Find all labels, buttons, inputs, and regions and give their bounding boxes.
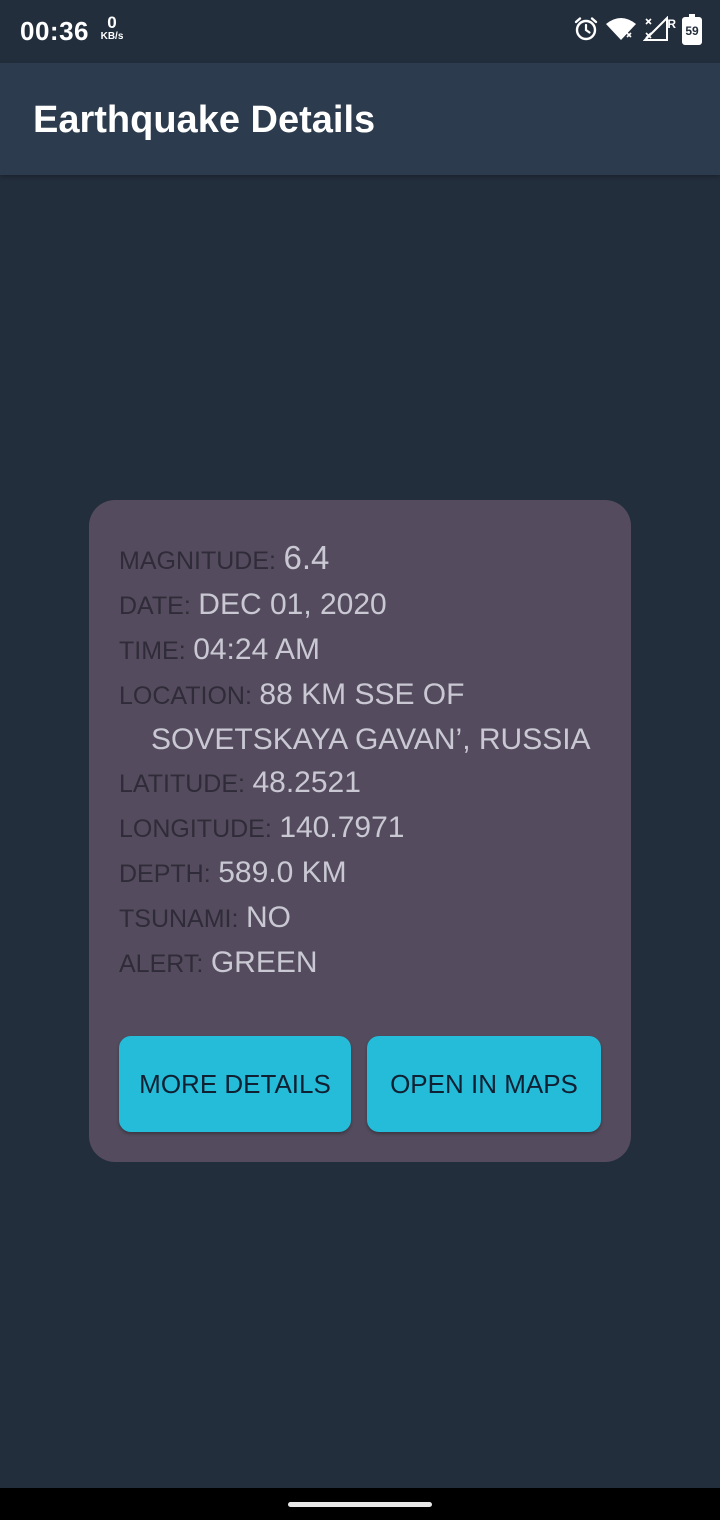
network-speed: 0 KB/s [98,14,126,42]
magnitude-label: MAGNITUDE: [119,547,276,575]
status-icons: R 59 [573,14,702,47]
alarm-icon [573,16,599,47]
longitude-value: 140.7971 [279,811,405,844]
page-title: Earthquake Details [33,99,376,141]
alert-value: GREEN [210,946,318,979]
roaming-indicator: R [667,17,676,31]
status-time: 00:36 [20,16,89,46]
network-speed-value: 0 [107,13,117,32]
location-value-continued: SOVETSKAYA GAVAN’, RUSSIA [151,723,591,756]
date-row: DATE: DEC 01, 2020 [119,583,601,628]
longitude-label: LONGITUDE: [119,815,272,843]
battery-level: 59 [685,24,699,38]
tsunami-row: TSUNAMI: NO [119,896,601,941]
magnitude-row: MAGNITUDE: 6.4 [119,536,601,583]
location-value: 88 KM SSE OF [259,678,465,711]
navigation-bar [0,1488,720,1520]
home-gesture-handle[interactable] [288,1502,432,1507]
tsunami-value: NO [245,901,291,934]
app-bar: Earthquake Details [0,63,720,175]
latitude-value: 48.2521 [252,766,361,799]
time-value: 04:24 AM [193,633,320,666]
tsunami-label: TSUNAMI: [119,905,239,933]
more-details-button[interactable]: MORE DETAILS [119,1036,351,1132]
earthquake-details-screen: 00:36 0 KB/s R 59 Earthquake Details MAG… [0,0,720,1520]
latitude-row: LATITUDE: 48.2521 [119,761,601,806]
location-label: LOCATION: [119,682,252,710]
wifi-icon [605,16,637,47]
depth-row: DEPTH: 589.0 KM [119,851,601,896]
depth-value: 589.0 KM [218,856,347,889]
date-value: DEC 01, 2020 [198,588,387,621]
network-speed-unit: KB/s [100,31,124,42]
alert-label: ALERT: [119,950,204,978]
location-row: LOCATION: 88 KM SSE OF SOVETSKAYA GAVAN’… [119,673,601,761]
time-label: TIME: [119,637,186,665]
earthquake-details-card: MAGNITUDE: 6.4 DATE: DEC 01, 2020 TIME: … [89,500,631,1162]
battery-icon: 59 [682,14,702,45]
open-in-maps-button[interactable]: OPEN IN MAPS [367,1036,601,1132]
depth-label: DEPTH: [119,860,211,888]
date-label: DATE: [119,592,191,620]
magnitude-value: 6.4 [283,539,330,576]
alert-row: ALERT: GREEN [119,941,601,986]
latitude-label: LATITUDE: [119,770,245,798]
cellular-signal-icon [642,15,669,47]
longitude-row: LONGITUDE: 140.7971 [119,806,601,851]
status-bar: 00:36 0 KB/s R 59 [0,0,720,63]
time-row: TIME: 04:24 AM [119,628,601,673]
